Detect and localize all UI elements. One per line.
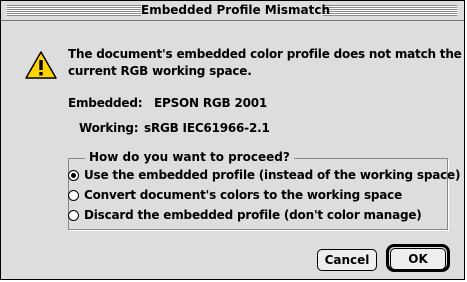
message-text: The document's embedded color profile do… [68, 46, 462, 80]
message-line-1: The document's embedded color profile do… [68, 47, 462, 61]
radio-button-selected[interactable] [68, 169, 79, 181]
radio-button[interactable] [68, 209, 79, 221]
options-group-legend: How do you want to proceed? [85, 150, 294, 164]
radio-option-convert[interactable]: Convert document's colors to the working… [68, 187, 402, 203]
warning-icon [25, 51, 57, 79]
radio-label[interactable]: Convert document's colors to the working… [84, 188, 402, 202]
dialog-window: Embedded Profile Mismatch The document's… [0, 0, 465, 280]
ok-button[interactable]: OK [390, 248, 446, 270]
working-label: Working: [79, 121, 139, 135]
message-line-2: current RGB working space. [68, 64, 252, 78]
window-title: Embedded Profile Mismatch [141, 2, 330, 19]
working-value: sRGB IEC61966-2.1 [144, 121, 270, 135]
title-stripes-left [7, 5, 141, 16]
title-stripes-right [323, 5, 457, 16]
radio-label[interactable]: Discard the embedded profile (don't colo… [84, 208, 422, 222]
embedded-value: EPSON RGB 2001 [154, 96, 268, 110]
radio-option-use-embedded[interactable]: Use the embedded profile (instead of the… [68, 167, 460, 183]
radio-label[interactable]: Use the embedded profile (instead of the… [84, 168, 460, 182]
title-bar[interactable]: Embedded Profile Mismatch [1, 1, 464, 21]
radio-button[interactable] [68, 189, 79, 201]
cancel-button[interactable]: Cancel [317, 249, 377, 271]
embedded-label: Embedded: [68, 96, 143, 110]
radio-option-discard[interactable]: Discard the embedded profile (don't colo… [68, 207, 422, 223]
